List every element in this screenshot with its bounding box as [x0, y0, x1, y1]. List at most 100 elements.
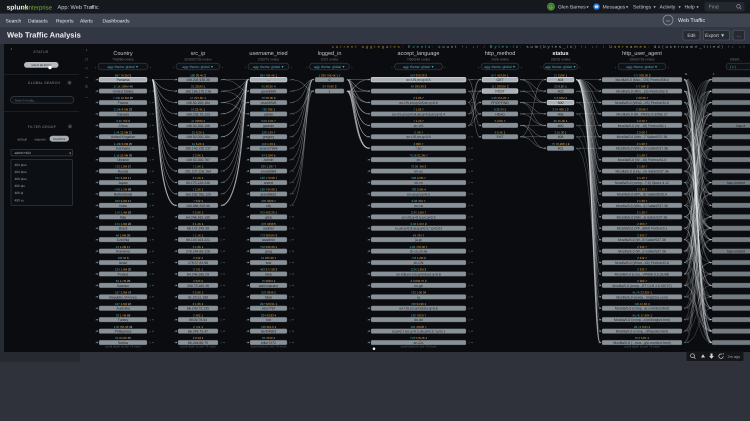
svg-text:128 1.99 7: 128 1.99 7 — [262, 130, 276, 134]
svg-text:41 98.2K 4: 41 98.2K 4 — [261, 85, 275, 89]
svg-text:47 225M 1: 47 225M 1 — [191, 119, 205, 123]
svg-text:GET: GET — [496, 78, 504, 82]
svg-text:17 227.6K 1: 17 227.6K 1 — [190, 96, 206, 100]
svg-text:Mozilla/5.0 (W...10) Firefox/4: Mozilla/5.0 (W...10) Firefox/41.0 — [618, 158, 667, 162]
svg-text:Canada: Canada — [117, 112, 129, 116]
svg-text:username_tried: username_tried — [249, 51, 287, 57]
svg-text:174 1.4M 26: 174 1.4M 26 — [115, 211, 132, 215]
svg-text:674 5.84 1: 674 5.84 1 — [635, 336, 649, 340]
svg-text:1: 1 — [329, 90, 331, 94]
svg-text:▼: ▼ — [625, 4, 629, 9]
svg-text:408: 408 — [558, 135, 564, 139]
svg-text:400: 400 — [558, 124, 564, 128]
svg-text:bleb: bleb — [265, 272, 272, 276]
svg-text:Ukraine: Ukraine — [117, 158, 129, 162]
svg-text:2 15.36 1: 2 15.36 1 — [554, 130, 566, 134]
svg-text:Settings: Settings — [633, 5, 652, 11]
svg-text:2 2.06 7: 2 2.06 7 — [413, 96, 424, 100]
svg-text:972 402.26 1: 972 402.26 1 — [260, 211, 277, 215]
svg-text:54 235.36 7: 54 235.36 7 — [261, 256, 277, 260]
svg-text:463 277.98 3: 463 277.98 3 — [260, 268, 277, 272]
svg-text:25 15.36 1: 25 15.36 1 — [554, 119, 568, 123]
svg-text:66.249.73.135: 66.249.73.135 — [187, 307, 209, 311]
svg-text:404 plus: 404 plus — [15, 163, 27, 167]
svg-text:Reports: Reports — [56, 19, 74, 25]
svg-text:2 1.3K 1: 2 1.3K 1 — [193, 302, 204, 306]
svg-text:403: 403 — [558, 90, 564, 94]
svg-text:160 29.4K 2: 160 29.4K 2 — [190, 73, 206, 77]
svg-text:33 1.7M 68: 33 1.7M 68 — [116, 313, 131, 317]
svg-text:en-US;q=0.5,en;q=0.3: en-US;q=0.5,en;q=0.3 — [402, 215, 436, 219]
svg-text:777 69F 2: 777 69F 2 — [635, 85, 648, 89]
svg-text:376 4698 5: 376 4698 5 — [261, 222, 276, 226]
svg-text:en-US,en;q=0.8: en-US,en;q=0.8 — [406, 135, 430, 139]
svg-text:en-US: en-US — [414, 124, 424, 128]
svg-text:Philippines: Philippines — [115, 330, 132, 334]
svg-text:697 76.2M 2: 697 76.2M 2 — [115, 73, 132, 77]
svg-text:6.36 34 1: 6.36 34 1 — [494, 108, 506, 112]
svg-text:2 2.06 7: 2 2.06 7 — [637, 130, 648, 134]
svg-text:de-de: de-de — [414, 318, 423, 322]
svg-text:732 1.06 34: 732 1.06 34 — [411, 291, 427, 295]
svg-text:1 236 796.4K 1 7: 1 236 796.4K 1 7 — [318, 73, 340, 77]
svg-text:*,en: *,en — [415, 147, 421, 151]
svg-text:en-gb: en-gb — [414, 284, 423, 288]
svg-text:India: India — [119, 204, 127, 208]
svg-text:http_method: http_method — [485, 51, 516, 57]
svg-text:75 908.9 1: 75 908.9 1 — [262, 279, 276, 283]
svg-text:Mozilla/5.0 (W...10) Firefox/4: Mozilla/5.0 (W...10) Firefox/40.1 — [618, 124, 667, 128]
svg-text:greg: greg — [265, 250, 272, 254]
svg-text:HEAD: HEAD — [495, 112, 505, 116]
svg-text:scroll down to see 76 more: scroll down to see 76 more — [180, 345, 216, 349]
svg-text:27 218K 1: 27 218K 1 — [554, 73, 568, 77]
svg-text:en-us,en;q=0.5: en-us,en;q=0.5 — [407, 192, 430, 196]
svg-text:117 298.0K 2: 117 298.0K 2 — [491, 85, 508, 89]
svg-text:Activity: Activity — [660, 5, 676, 11]
svg-text:134 45036 7: 134 45036 7 — [410, 325, 427, 329]
svg-text:6.36 391 7: 6.36 391 7 — [412, 199, 426, 203]
svg-text:searches: searches — [53, 137, 66, 141]
svg-text:520 2.2M 7: 520 2.2M 7 — [411, 176, 426, 180]
svg-text:gleb: gleb — [265, 215, 272, 219]
svg-text:Mozilla/5.0 (iPh...0) Safari/8: Mozilla/5.0 (iPh...0) Safari/8201A — [617, 192, 668, 196]
svg-text:2 .96 7: 2 .96 7 — [414, 130, 423, 134]
svg-text:GLOBAL SEARCH: GLOBAL SEARCH — [28, 81, 61, 85]
svg-text:scroll down to see 76 more: scroll down to see 76 more — [401, 345, 437, 349]
svg-text:7 942 1: 7 942 1 — [193, 199, 203, 203]
svg-text:United Kingdom: United Kingdom — [111, 135, 136, 139]
svg-text:sadmin: sadmin — [263, 227, 274, 231]
svg-text:Help: Help — [685, 5, 696, 11]
svg-text:239 1.297 7: 239 1.297 7 — [261, 165, 277, 169]
svg-text:1.4k 12.9M 21: 1.4k 12.9M 21 — [114, 130, 133, 134]
svg-text:2 243 7: 2 243 7 — [637, 233, 647, 237]
svg-text:933 3229 7: 933 3229 7 — [261, 199, 276, 203]
svg-text:2 20.36 7: 2 20.36 7 — [636, 96, 648, 100]
svg-text:198.50.200.164: 198.50.200.164 — [186, 101, 210, 105]
svg-text:Mozilla/5.0 (Mac...OS) Firefox: Mozilla/5.0 (Mac...OS) Firefox/58.0 — [615, 78, 668, 82]
svg-text:276.244.66.228: 276.244.66.228 — [186, 250, 210, 254]
svg-text:136 779.98 7: 136 779.98 7 — [260, 176, 277, 180]
svg-text:ru: ru — [417, 295, 420, 299]
svg-text:752 296.98 1: 752 296.98 1 — [260, 245, 277, 249]
svg-text:agg: theme: global ▼: agg: theme: global ▼ — [107, 65, 138, 69]
svg-text:accept_language: accept_language — [398, 51, 440, 57]
svg-text:zweb9084: zweb9084 — [261, 170, 277, 174]
svg-text:677 453.9K 1: 677 453.9K 1 — [491, 73, 509, 77]
svg-text:asadmin: asadmin — [262, 238, 275, 242]
svg-text:en: en — [417, 158, 421, 162]
svg-text:21 6.2K 1: 21 6.2K 1 — [192, 130, 205, 134]
svg-text:( 1 (: ( 1 ( — [730, 65, 737, 69]
svg-text:src_ip: src_ip — [191, 51, 206, 57]
svg-text:7 1.06 7: 7 1.06 7 — [413, 108, 424, 112]
svg-text:99.175.128.230: 99.175.128.230 — [186, 181, 210, 185]
svg-text:hap-d: hap-d — [736, 124, 745, 128]
svg-text:Mozilla/5.0 (comp...ET CLR 2.0: Mozilla/5.0 (comp...ET CLR 2.0.50727) — [612, 284, 671, 288]
svg-text:2 962 1: 2 962 1 — [193, 313, 203, 317]
svg-text:PUT: PUT — [497, 135, 505, 139]
svg-text:34 3.094 5: 34 3.094 5 — [262, 153, 276, 157]
svg-text:agg: theme: global ▼: agg: theme: global ▼ — [182, 65, 213, 69]
svg-text:Mozilla/5.0 (W...9 Safari/537.: Mozilla/5.0 (W...9 Safari/537.36 — [618, 250, 666, 254]
svg-text:China: China — [119, 124, 128, 128]
svg-text:FILTER GROUP: FILTER GROUP — [28, 125, 57, 129]
svg-text:404: 404 — [558, 78, 564, 82]
